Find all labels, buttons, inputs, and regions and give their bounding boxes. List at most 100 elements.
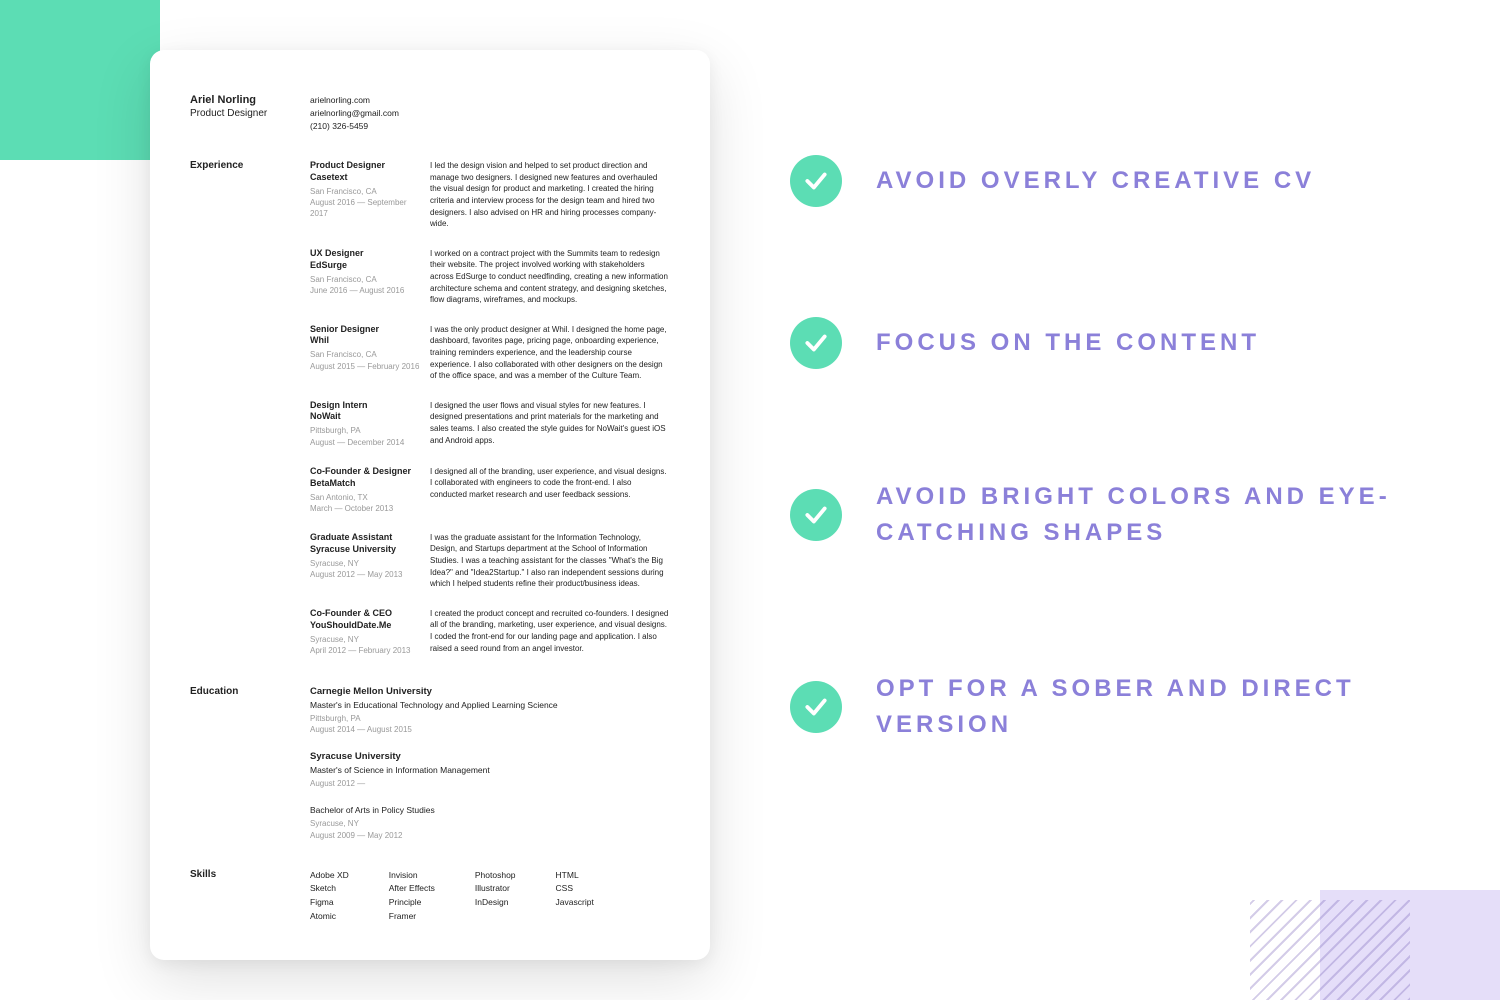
edu-school: Carnegie Mellon University — [310, 686, 670, 697]
contact-site: arielnorling.com — [310, 94, 399, 107]
contact-email: arielnorling@gmail.com — [310, 107, 399, 120]
job-company: YouShouldDate.Me — [310, 620, 420, 630]
hatch-pattern — [1250, 900, 1410, 1000]
skills-column: InvisionAfter EffectsPrincipleFramer — [389, 869, 435, 923]
edu-location: Pittsburgh, PA — [310, 713, 670, 724]
edu-dates: August 2012 — — [310, 778, 670, 789]
check-icon — [790, 317, 842, 369]
skills-column: HTMLCSSJavascript — [556, 869, 594, 923]
education-section: Education Carnegie Mellon University Mast… — [190, 686, 670, 857]
job-company: BetaMatch — [310, 478, 420, 488]
job-title: Product Designer — [310, 160, 420, 172]
job-company: Syracuse University — [310, 544, 420, 554]
skills-column: PhotoshopIllustratorInDesign — [475, 869, 516, 923]
edu-dates: August 2014 — August 2015 — [310, 724, 670, 735]
check-icon — [790, 681, 842, 733]
contact-phone: (210) 326-5459 — [310, 120, 399, 133]
job-dates: April 2012 — February 2013 — [310, 645, 420, 656]
job-location: Pittsburgh, PA — [310, 425, 420, 436]
skill-item: Atomic — [310, 910, 349, 924]
edu-school: Syracuse University — [310, 751, 670, 762]
tip-text: Avoid overly creative CV — [876, 163, 1315, 199]
job-entry: Co-Founder & CEOYouShouldDate.Me Syracuse… — [310, 608, 670, 656]
job-entry: Design InternNoWaitPittsburgh, PAAugust … — [310, 400, 670, 448]
job-location: Syracuse, NY — [310, 558, 420, 569]
skill-item: Invision — [389, 869, 435, 883]
edu-degree: Master's of Science in Information Manag… — [310, 765, 670, 775]
skill-item: Photoshop — [475, 869, 516, 883]
check-icon — [790, 489, 842, 541]
job-description: I created the product concept and recrui… — [430, 608, 670, 656]
job-title: Graduate Assistant — [310, 532, 420, 544]
resume-role: Product Designer — [190, 108, 310, 119]
job-description: I was the only product designer at Whil.… — [430, 324, 670, 382]
job-company: Whil — [310, 335, 420, 345]
job-company: Casetext — [310, 172, 420, 182]
job-entry: UX DesignerEdSurge San Francisco, CAJune … — [310, 248, 670, 306]
skill-item: Illustrator — [475, 882, 516, 896]
resume-name: Ariel Norling — [190, 94, 310, 106]
skill-item: Sketch — [310, 882, 349, 896]
job-title: UX Designer — [310, 248, 420, 260]
edu-degree: Bachelor of Arts in Policy Studies — [310, 805, 670, 815]
job-location: San Francisco, CA — [310, 274, 420, 285]
skill-item: InDesign — [475, 896, 516, 910]
job-location: San Francisco, CA — [310, 349, 420, 360]
job-title: Senior Designer — [310, 324, 420, 336]
job-description: I led the design vision and helped to se… — [430, 160, 670, 230]
job-description: I was the graduate assistant for the Inf… — [430, 532, 670, 590]
job-entry: Co-Founder & DesignerBetaMatch San Antoni… — [310, 466, 670, 514]
job-entry: Product DesignerCasetext San Francisco, C… — [310, 160, 670, 230]
resume-contact: arielnorling.com arielnorling@gmail.com … — [310, 94, 399, 132]
job-dates: August 2012 — May 2013 — [310, 569, 420, 580]
job-dates: June 2016 — August 2016 — [310, 285, 420, 296]
job-company: EdSurge — [310, 260, 420, 270]
skill-item: After Effects — [389, 882, 435, 896]
check-icon — [790, 155, 842, 207]
skills-column: Adobe XDSketchFigmaAtomic — [310, 869, 349, 923]
skill-item: HTML — [556, 869, 594, 883]
tip-item: Focus on the content — [790, 317, 1410, 369]
resume-card: Ariel Norling Product Designer arielnorl… — [150, 50, 710, 960]
education-entry: Bachelor of Arts in Policy Studies Syracu… — [310, 805, 670, 840]
tip-text: Focus on the content — [876, 325, 1260, 361]
education-entry: Carnegie Mellon University Master's in Ed… — [310, 686, 670, 735]
skill-item: Javascript — [556, 896, 594, 910]
job-dates: August 2016 — September 2017 — [310, 197, 420, 219]
job-dates: August — December 2014 — [310, 437, 420, 448]
job-entry: Graduate AssistantSyracuse University Syr… — [310, 532, 670, 590]
job-title: Co-Founder & Designer — [310, 466, 420, 478]
tip-item: Opt for a sober and direct version — [790, 671, 1410, 743]
tip-item: Avoid overly creative CV — [790, 155, 1410, 207]
skills-section: Skills Adobe XDSketchFigmaAtomic Invision… — [190, 869, 670, 923]
experience-section: Experience Product DesignerCasetext San F… — [190, 160, 670, 674]
job-description: I designed all of the branding, user exp… — [430, 466, 670, 514]
edu-degree: Master's in Educational Technology and A… — [310, 700, 670, 710]
tip-item: Avoid bright colors and eye-catching sha… — [790, 479, 1410, 551]
job-dates: March — October 2013 — [310, 503, 420, 514]
education-entry: Syracuse University Master's of Science i… — [310, 751, 670, 789]
skill-item: Adobe XD — [310, 869, 349, 883]
edu-location: Syracuse, NY — [310, 818, 670, 829]
job-location: San Francisco, CA — [310, 186, 420, 197]
experience-label: Experience — [190, 160, 310, 674]
job-title: Co-Founder & CEO — [310, 608, 420, 620]
job-location: San Antonio, TX — [310, 492, 420, 503]
skills-label: Skills — [190, 869, 310, 923]
job-entry: Senior DesignerWhil San Francisco, CAAugu… — [310, 324, 670, 382]
skill-item: Framer — [389, 910, 435, 924]
job-title: Design Intern — [310, 400, 420, 412]
resume-header: Ariel Norling Product Designer arielnorl… — [190, 94, 670, 132]
accent-block — [0, 0, 160, 160]
job-description: I designed the user flows and visual sty… — [430, 400, 670, 448]
job-location: Syracuse, NY — [310, 634, 420, 645]
education-label: Education — [190, 686, 310, 857]
edu-dates: August 2009 — May 2012 — [310, 830, 670, 841]
skill-item: CSS — [556, 882, 594, 896]
tip-text: Opt for a sober and direct version — [876, 671, 1410, 743]
job-dates: August 2015 — February 2016 — [310, 361, 420, 372]
skill-item: Figma — [310, 896, 349, 910]
skill-item: Principle — [389, 896, 435, 910]
job-description: I worked on a contract project with the … — [430, 248, 670, 306]
tips-list: Avoid overly creative CV Focus on the co… — [790, 155, 1410, 853]
